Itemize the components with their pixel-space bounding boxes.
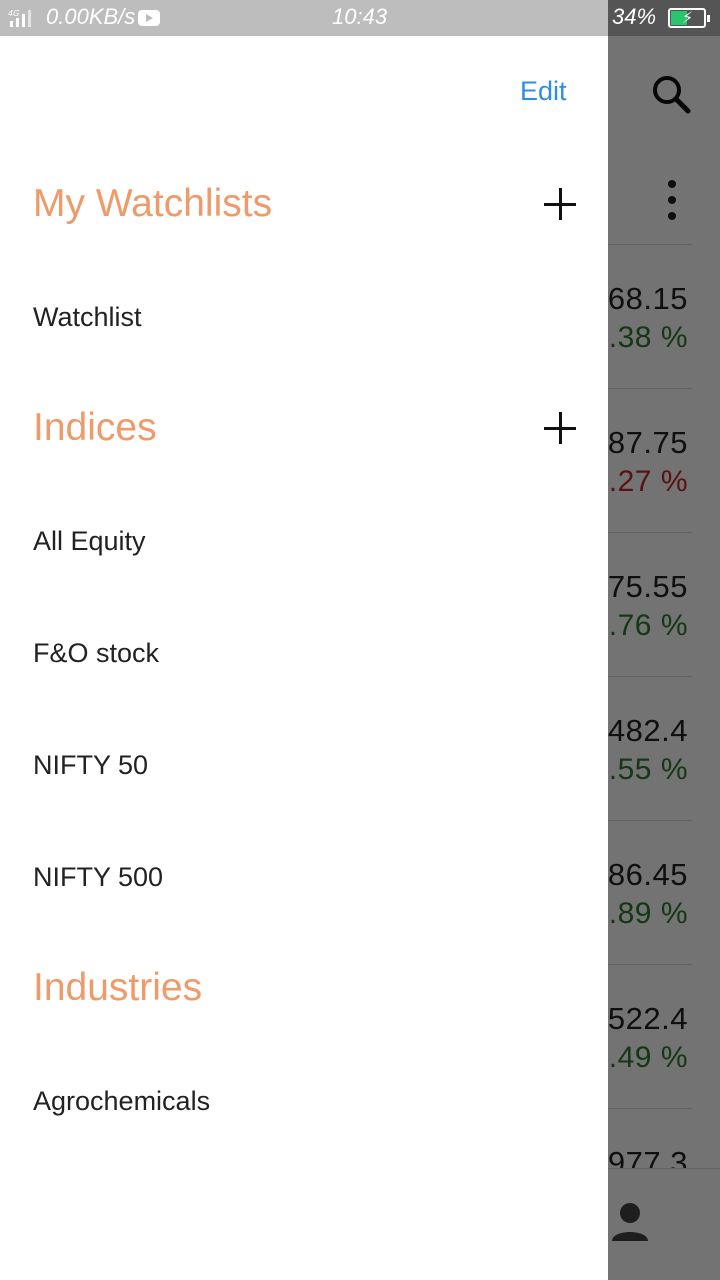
navigation-drawer: Edit My Watchlists Watchlist Indices All… <box>0 36 608 1280</box>
drawer-item-nifty-50[interactable]: NIFTY 50 <box>33 750 148 781</box>
youtube-icon <box>138 10 160 26</box>
status-bar: 4G 0.00KB/s 10:43 34% ⚡ <box>0 0 720 36</box>
add-index-icon[interactable] <box>544 412 576 444</box>
signal-icon: 4G <box>8 8 36 28</box>
drawer-item-all-equity[interactable]: All Equity <box>33 526 146 557</box>
section-title-indices: Indices <box>33 406 157 449</box>
edit-button[interactable]: Edit <box>520 76 567 107</box>
network-type: 4G <box>8 9 19 18</box>
drawer-item-fo-stock[interactable]: F&O stock <box>33 638 159 669</box>
section-title-industries: Industries <box>33 966 203 1009</box>
drawer-item-agrochemicals[interactable]: Agrochemicals <box>33 1086 210 1117</box>
drawer-item-watchlist[interactable]: Watchlist <box>33 302 142 333</box>
section-title-my-watchlists: My Watchlists <box>33 182 273 225</box>
add-watchlist-icon[interactable] <box>544 188 576 220</box>
drawer-item-nifty-500[interactable]: NIFTY 500 <box>33 862 163 893</box>
network-speed: 0.00KB/s <box>46 4 136 29</box>
clock: 10:43 <box>332 4 388 29</box>
battery-icon: ⚡ <box>668 8 710 28</box>
battery-percent: 34% <box>612 4 657 29</box>
